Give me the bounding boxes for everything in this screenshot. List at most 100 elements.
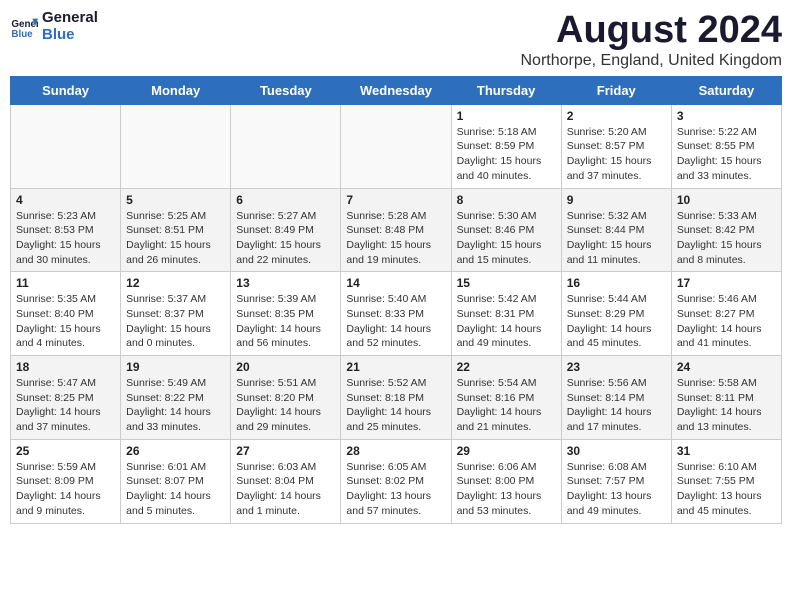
calendar-cell (341, 104, 451, 188)
calendar-cell: 30Sunrise: 6:08 AMSunset: 7:57 PMDayligh… (561, 439, 671, 523)
day-info: Sunrise: 6:01 AMSunset: 8:07 PMDaylight:… (126, 460, 225, 519)
day-info: Sunrise: 5:23 AMSunset: 8:53 PMDaylight:… (16, 209, 115, 268)
day-info: Sunrise: 6:05 AMSunset: 8:02 PMDaylight:… (346, 460, 445, 519)
day-number: 27 (236, 444, 335, 458)
day-info: Sunrise: 6:06 AMSunset: 8:00 PMDaylight:… (457, 460, 556, 519)
day-number: 11 (16, 276, 115, 290)
calendar-cell: 4 Sunrise: 5:23 AMSunset: 8:53 PMDaylight… (11, 188, 121, 272)
day-number: 26 (126, 444, 225, 458)
day-info: Sunrise: 5:42 AMSunset: 8:31 PMDaylight:… (457, 292, 556, 351)
calendar-cell: 29 Sunrise: 6:06 AMSunset: 8:00 PMDayligh… (451, 439, 561, 523)
calendar-cell: 13Sunrise: 5:39 AMSunset: 8:35 PMDayligh… (231, 272, 341, 356)
day-number: 1 (457, 109, 556, 123)
day-info: Sunrise: 5:22 AMSunset: 8:55 PMDaylight:… (677, 125, 776, 184)
day-number: 29 (457, 444, 556, 458)
calendar-cell: 22Sunrise: 5:54 AMSunset: 8:16 PMDayligh… (451, 356, 561, 440)
day-info: Sunrise: 5:28 AMSunset: 8:48 PMDaylight:… (346, 209, 445, 268)
day-number: 14 (346, 276, 445, 290)
calendar-cell: 19 Sunrise: 5:49 AMSunset: 8:22 PMDayligh… (121, 356, 231, 440)
day-number: 19 (126, 360, 225, 374)
day-info: Sunrise: 5:25 AMSunset: 8:51 PMDaylight:… (126, 209, 225, 268)
day-info: Sunrise: 6:10 AMSunset: 7:55 PMDaylight:… (677, 460, 776, 519)
logo-blue: Blue (42, 27, 98, 44)
day-number: 21 (346, 360, 445, 374)
calendar-cell (11, 104, 121, 188)
calendar-cell: 28 Sunrise: 6:05 AMSunset: 8:02 PMDayligh… (341, 439, 451, 523)
day-number: 12 (126, 276, 225, 290)
day-number: 25 (16, 444, 115, 458)
day-info: Sunrise: 5:58 AMSunset: 8:11 PMDaylight:… (677, 376, 776, 435)
calendar-cell: 25Sunrise: 5:59 AMSunset: 8:09 PMDayligh… (11, 439, 121, 523)
day-info: Sunrise: 5:52 AMSunset: 8:18 PMDaylight:… (346, 376, 445, 435)
day-info: Sunrise: 5:32 AMSunset: 8:44 PMDaylight:… (567, 209, 666, 268)
day-info: Sunrise: 5:40 AMSunset: 8:33 PMDaylight:… (346, 292, 445, 351)
day-number: 2 (567, 109, 666, 123)
day-number: 16 (567, 276, 666, 290)
calendar-cell: 26 Sunrise: 6:01 AMSunset: 8:07 PMDayligh… (121, 439, 231, 523)
day-info: Sunrise: 5:35 AMSunset: 8:40 PMDaylight:… (16, 292, 115, 351)
calendar-cell: 6Sunrise: 5:27 AMSunset: 8:49 PMDaylight… (231, 188, 341, 272)
calendar-header-saturday: Saturday (671, 76, 781, 104)
day-number: 23 (567, 360, 666, 374)
calendar-cell: 3 Sunrise: 5:22 AMSunset: 8:55 PMDaylight… (671, 104, 781, 188)
title-area: August 2024 Northorpe, England, United K… (521, 10, 783, 70)
day-info: Sunrise: 5:20 AMSunset: 8:57 PMDaylight:… (567, 125, 666, 184)
day-info: Sunrise: 5:51 AMSunset: 8:20 PMDaylight:… (236, 376, 335, 435)
calendar-cell (231, 104, 341, 188)
calendar-cell: 10 Sunrise: 5:33 AMSunset: 8:42 PMDayligh… (671, 188, 781, 272)
calendar-week-1: 1Sunrise: 5:18 AMSunset: 8:59 PMDaylight… (11, 104, 782, 188)
month-title: August 2024 (521, 10, 783, 52)
calendar-cell: 31Sunrise: 6:10 AMSunset: 7:55 PMDayligh… (671, 439, 781, 523)
day-number: 10 (677, 193, 776, 207)
calendar-header-monday: Monday (121, 76, 231, 104)
calendar-week-2: 4 Sunrise: 5:23 AMSunset: 8:53 PMDaylight… (11, 188, 782, 272)
logo: General Blue General Blue (10, 10, 98, 43)
calendar-header-tuesday: Tuesday (231, 76, 341, 104)
calendar-cell: 24 Sunrise: 5:58 AMSunset: 8:11 PMDayligh… (671, 356, 781, 440)
day-number: 8 (457, 193, 556, 207)
day-number: 17 (677, 276, 776, 290)
calendar-header-row: SundayMondayTuesdayWednesdayThursdayFrid… (11, 76, 782, 104)
day-number: 18 (16, 360, 115, 374)
svg-text:Blue: Blue (11, 28, 33, 39)
day-number: 3 (677, 109, 776, 123)
calendar-header-sunday: Sunday (11, 76, 121, 104)
calendar-cell: 5Sunrise: 5:25 AMSunset: 8:51 PMDaylight… (121, 188, 231, 272)
calendar-cell: 21 Sunrise: 5:52 AMSunset: 8:18 PMDayligh… (341, 356, 451, 440)
page-header: General Blue General Blue August 2024 No… (10, 10, 782, 70)
calendar-table: SundayMondayTuesdayWednesdayThursdayFrid… (10, 76, 782, 524)
calendar-header-thursday: Thursday (451, 76, 561, 104)
day-number: 30 (567, 444, 666, 458)
calendar-cell: 14 Sunrise: 5:40 AMSunset: 8:33 PMDayligh… (341, 272, 451, 356)
calendar-cell: 18Sunrise: 5:47 AMSunset: 8:25 PMDayligh… (11, 356, 121, 440)
calendar-cell: 16 Sunrise: 5:44 AMSunset: 8:29 PMDayligh… (561, 272, 671, 356)
day-info: Sunrise: 5:33 AMSunset: 8:42 PMDaylight:… (677, 209, 776, 268)
day-number: 9 (567, 193, 666, 207)
calendar-week-5: 25Sunrise: 5:59 AMSunset: 8:09 PMDayligh… (11, 439, 782, 523)
day-number: 20 (236, 360, 335, 374)
day-number: 6 (236, 193, 335, 207)
calendar-cell: 11 Sunrise: 5:35 AMSunset: 8:40 PMDayligh… (11, 272, 121, 356)
day-number: 22 (457, 360, 556, 374)
day-number: 24 (677, 360, 776, 374)
day-number: 7 (346, 193, 445, 207)
calendar-week-3: 11 Sunrise: 5:35 AMSunset: 8:40 PMDayligh… (11, 272, 782, 356)
calendar-week-4: 18Sunrise: 5:47 AMSunset: 8:25 PMDayligh… (11, 356, 782, 440)
logo-icon: General Blue (10, 13, 38, 41)
day-info: Sunrise: 5:37 AMSunset: 8:37 PMDaylight:… (126, 292, 225, 351)
calendar-cell: 12 Sunrise: 5:37 AMSunset: 8:37 PMDayligh… (121, 272, 231, 356)
day-number: 28 (346, 444, 445, 458)
day-info: Sunrise: 5:46 AMSunset: 8:27 PMDaylight:… (677, 292, 776, 351)
day-info: Sunrise: 5:49 AMSunset: 8:22 PMDaylight:… (126, 376, 225, 435)
calendar-cell: 1Sunrise: 5:18 AMSunset: 8:59 PMDaylight… (451, 104, 561, 188)
day-info: Sunrise: 5:44 AMSunset: 8:29 PMDaylight:… (567, 292, 666, 351)
day-number: 15 (457, 276, 556, 290)
calendar-header-friday: Friday (561, 76, 671, 104)
calendar-cell: 7 Sunrise: 5:28 AMSunset: 8:48 PMDaylight… (341, 188, 451, 272)
calendar-cell: 20 Sunrise: 5:51 AMSunset: 8:20 PMDayligh… (231, 356, 341, 440)
calendar-cell (121, 104, 231, 188)
day-number: 4 (16, 193, 115, 207)
location: Northorpe, England, United Kingdom (521, 52, 783, 70)
day-info: Sunrise: 5:30 AMSunset: 8:46 PMDaylight:… (457, 209, 556, 268)
day-info: Sunrise: 5:56 AMSunset: 8:14 PMDaylight:… (567, 376, 666, 435)
